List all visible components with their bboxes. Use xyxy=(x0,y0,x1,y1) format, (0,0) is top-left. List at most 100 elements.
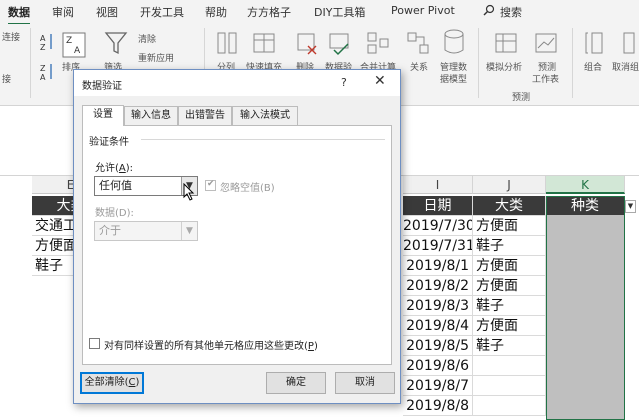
date-cell[interactable]: 2019/8/6 xyxy=(403,356,473,376)
data-validation-icon[interactable] xyxy=(328,30,352,56)
tab-error-alert[interactable]: 出错警告 xyxy=(178,106,232,125)
allow-select-value: 任何值 xyxy=(99,179,132,192)
group-icon[interactable] xyxy=(584,30,604,56)
what-if-label[interactable]: 模拟分析 xyxy=(486,60,522,73)
cancel-button[interactable]: 取消 xyxy=(335,372,395,394)
ungroup-icon[interactable] xyxy=(616,30,636,56)
column-header-j[interactable]: J xyxy=(473,176,546,194)
category-cell[interactable]: 鞋子 xyxy=(473,236,546,256)
date-cell[interactable]: 2019/8/8 xyxy=(403,396,473,416)
date-cell[interactable]: 2019/7/31 xyxy=(403,236,473,256)
manage-data-model-icon[interactable] xyxy=(442,28,466,56)
tab-input-message[interactable]: 输入信息 xyxy=(124,106,178,125)
sort-asc-icon[interactable]: AZ xyxy=(40,32,56,52)
allow-label: 允许(A): xyxy=(95,163,134,174)
date-cell[interactable]: 2019/7/30 xyxy=(403,216,473,236)
svg-text:Z: Z xyxy=(40,43,46,52)
category-cell[interactable]: 方便面 xyxy=(473,316,546,336)
cell-j-header[interactable]: 大类 xyxy=(473,196,546,216)
tab-fangfang[interactable]: 方方格子 xyxy=(247,4,291,20)
date-cell[interactable]: 2019/8/4 xyxy=(403,316,473,336)
apply-all-label: 对有同样设置的所有其他单元格应用这些更改(P) xyxy=(104,341,318,352)
ignore-blank-label: 忽略空值(B) xyxy=(220,183,275,194)
forecast-sheet-icon[interactable] xyxy=(534,30,558,56)
dialog-title-bar: 数据验证 ? ✕ xyxy=(74,70,400,96)
manage-model-label-2: 据模型 xyxy=(440,75,468,85)
apply-all-checkbox[interactable] xyxy=(89,338,100,349)
category-cell[interactable]: 方便面 xyxy=(473,256,546,276)
category-cell[interactable]: 鞋子 xyxy=(473,336,546,356)
tab-help[interactable]: 帮助 xyxy=(205,4,227,20)
tab-settings[interactable]: 设置 xyxy=(82,105,124,126)
check-icon: ✔ xyxy=(207,179,215,189)
tab-review[interactable]: 审阅 xyxy=(52,4,74,20)
clear-filter-label[interactable]: 清除 xyxy=(138,32,156,45)
category-cell[interactable] xyxy=(473,376,546,396)
separator xyxy=(30,28,31,98)
sort-icon[interactable]: ZA xyxy=(62,32,86,58)
selected-range-k[interactable] xyxy=(546,216,625,420)
relationships-icon[interactable] xyxy=(406,30,430,56)
ungroup-label[interactable]: 取消组 xyxy=(612,60,639,73)
sort-desc-icon[interactable]: ZA xyxy=(40,62,56,82)
remove-duplicates-icon[interactable] xyxy=(296,30,318,56)
ignore-blank-checkbox[interactable]: ✔ xyxy=(205,179,216,191)
search-icon[interactable] xyxy=(483,4,495,19)
date-cell[interactable]: 2019/8/3 xyxy=(403,296,473,316)
relationships-label[interactable]: 关系 xyxy=(410,60,428,73)
cell-k-header[interactable]: 种类 xyxy=(546,196,625,216)
flash-fill-icon[interactable] xyxy=(252,30,276,56)
mouse-cursor-icon xyxy=(183,183,195,201)
dialog-title: 数据验证 xyxy=(82,81,122,92)
tab-power-pivot[interactable]: Power Pivot xyxy=(391,4,455,17)
connections-label[interactable]: 连接 xyxy=(2,30,20,43)
tab-developer[interactable]: 开发工具 xyxy=(140,4,184,20)
svg-text:Z: Z xyxy=(40,64,46,73)
ok-button[interactable]: 确定 xyxy=(266,372,326,394)
separator xyxy=(572,28,573,98)
svg-text:Z: Z xyxy=(66,36,72,46)
filter-icon[interactable] xyxy=(104,30,128,56)
svg-text:A: A xyxy=(40,73,46,82)
forecast-group-label: 预测 xyxy=(512,93,531,103)
cell-i-header[interactable]: 日期 xyxy=(403,196,473,216)
chevron-down-icon[interactable]: ▼ xyxy=(181,222,197,240)
connections-label-2: 接 xyxy=(2,75,12,85)
category-cell[interactable]: 方便面 xyxy=(473,276,546,296)
close-icon[interactable]: ✕ xyxy=(374,73,386,89)
category-cell[interactable]: 方便面 xyxy=(473,216,546,236)
text-to-columns-icon[interactable] xyxy=(216,30,238,56)
what-if-icon[interactable] xyxy=(494,30,518,56)
data-select[interactable]: 介于 ▼ xyxy=(94,221,198,241)
category-cell[interactable] xyxy=(473,356,546,376)
date-cell[interactable]: 2019/8/7 xyxy=(403,376,473,396)
data-validation-dialog: 数据验证 ? ✕ 设置 输入信息 出错警告 输入法模式 验证条件 允许(A): … xyxy=(73,69,401,404)
date-cell[interactable]: 2019/8/1 xyxy=(403,256,473,276)
svg-text:A: A xyxy=(74,46,81,56)
settings-panel: 验证条件 允许(A): 任何值 ▼ ✔ 忽略空值(B) 数据(D): 介于 ▼ … xyxy=(82,125,392,365)
date-cell[interactable]: 2019/8/2 xyxy=(403,276,473,296)
column-header-k[interactable]: K xyxy=(546,176,625,194)
category-cell[interactable] xyxy=(473,396,546,416)
column-header-i[interactable]: I xyxy=(403,176,473,194)
group-label[interactable]: 组合 xyxy=(584,60,602,73)
data-select-value: 介于 xyxy=(99,224,121,237)
help-button[interactable]: ? xyxy=(341,76,347,89)
validation-dropdown-arrow[interactable]: ▼ xyxy=(625,200,636,213)
separator xyxy=(478,28,479,98)
tab-view[interactable]: 视图 xyxy=(96,4,118,20)
data-label: 数据(D): xyxy=(95,208,134,219)
clear-all-button[interactable]: 全部清除(C) xyxy=(80,372,144,394)
tab-diy[interactable]: DIY工具箱 xyxy=(314,4,365,20)
group-divider xyxy=(141,139,385,140)
search-label[interactable]: 搜索 xyxy=(500,4,522,20)
consolidate-icon[interactable] xyxy=(366,30,390,56)
validation-criteria-heading: 验证条件 xyxy=(89,137,129,148)
ribbon-tab-bar: 数据 审阅 视图 开发工具 帮助 方方格子 DIY工具箱 Power Pivot… xyxy=(0,0,639,25)
tab-ime-mode[interactable]: 输入法模式 xyxy=(232,106,298,125)
forecast-sheet-label[interactable]: 工作表 xyxy=(532,72,559,85)
tab-data[interactable]: 数据 xyxy=(8,4,30,25)
category-cell[interactable]: 鞋子 xyxy=(473,296,546,316)
date-cell[interactable]: 2019/8/5 xyxy=(403,336,473,356)
reapply-label[interactable]: 重新应用 xyxy=(138,51,174,64)
